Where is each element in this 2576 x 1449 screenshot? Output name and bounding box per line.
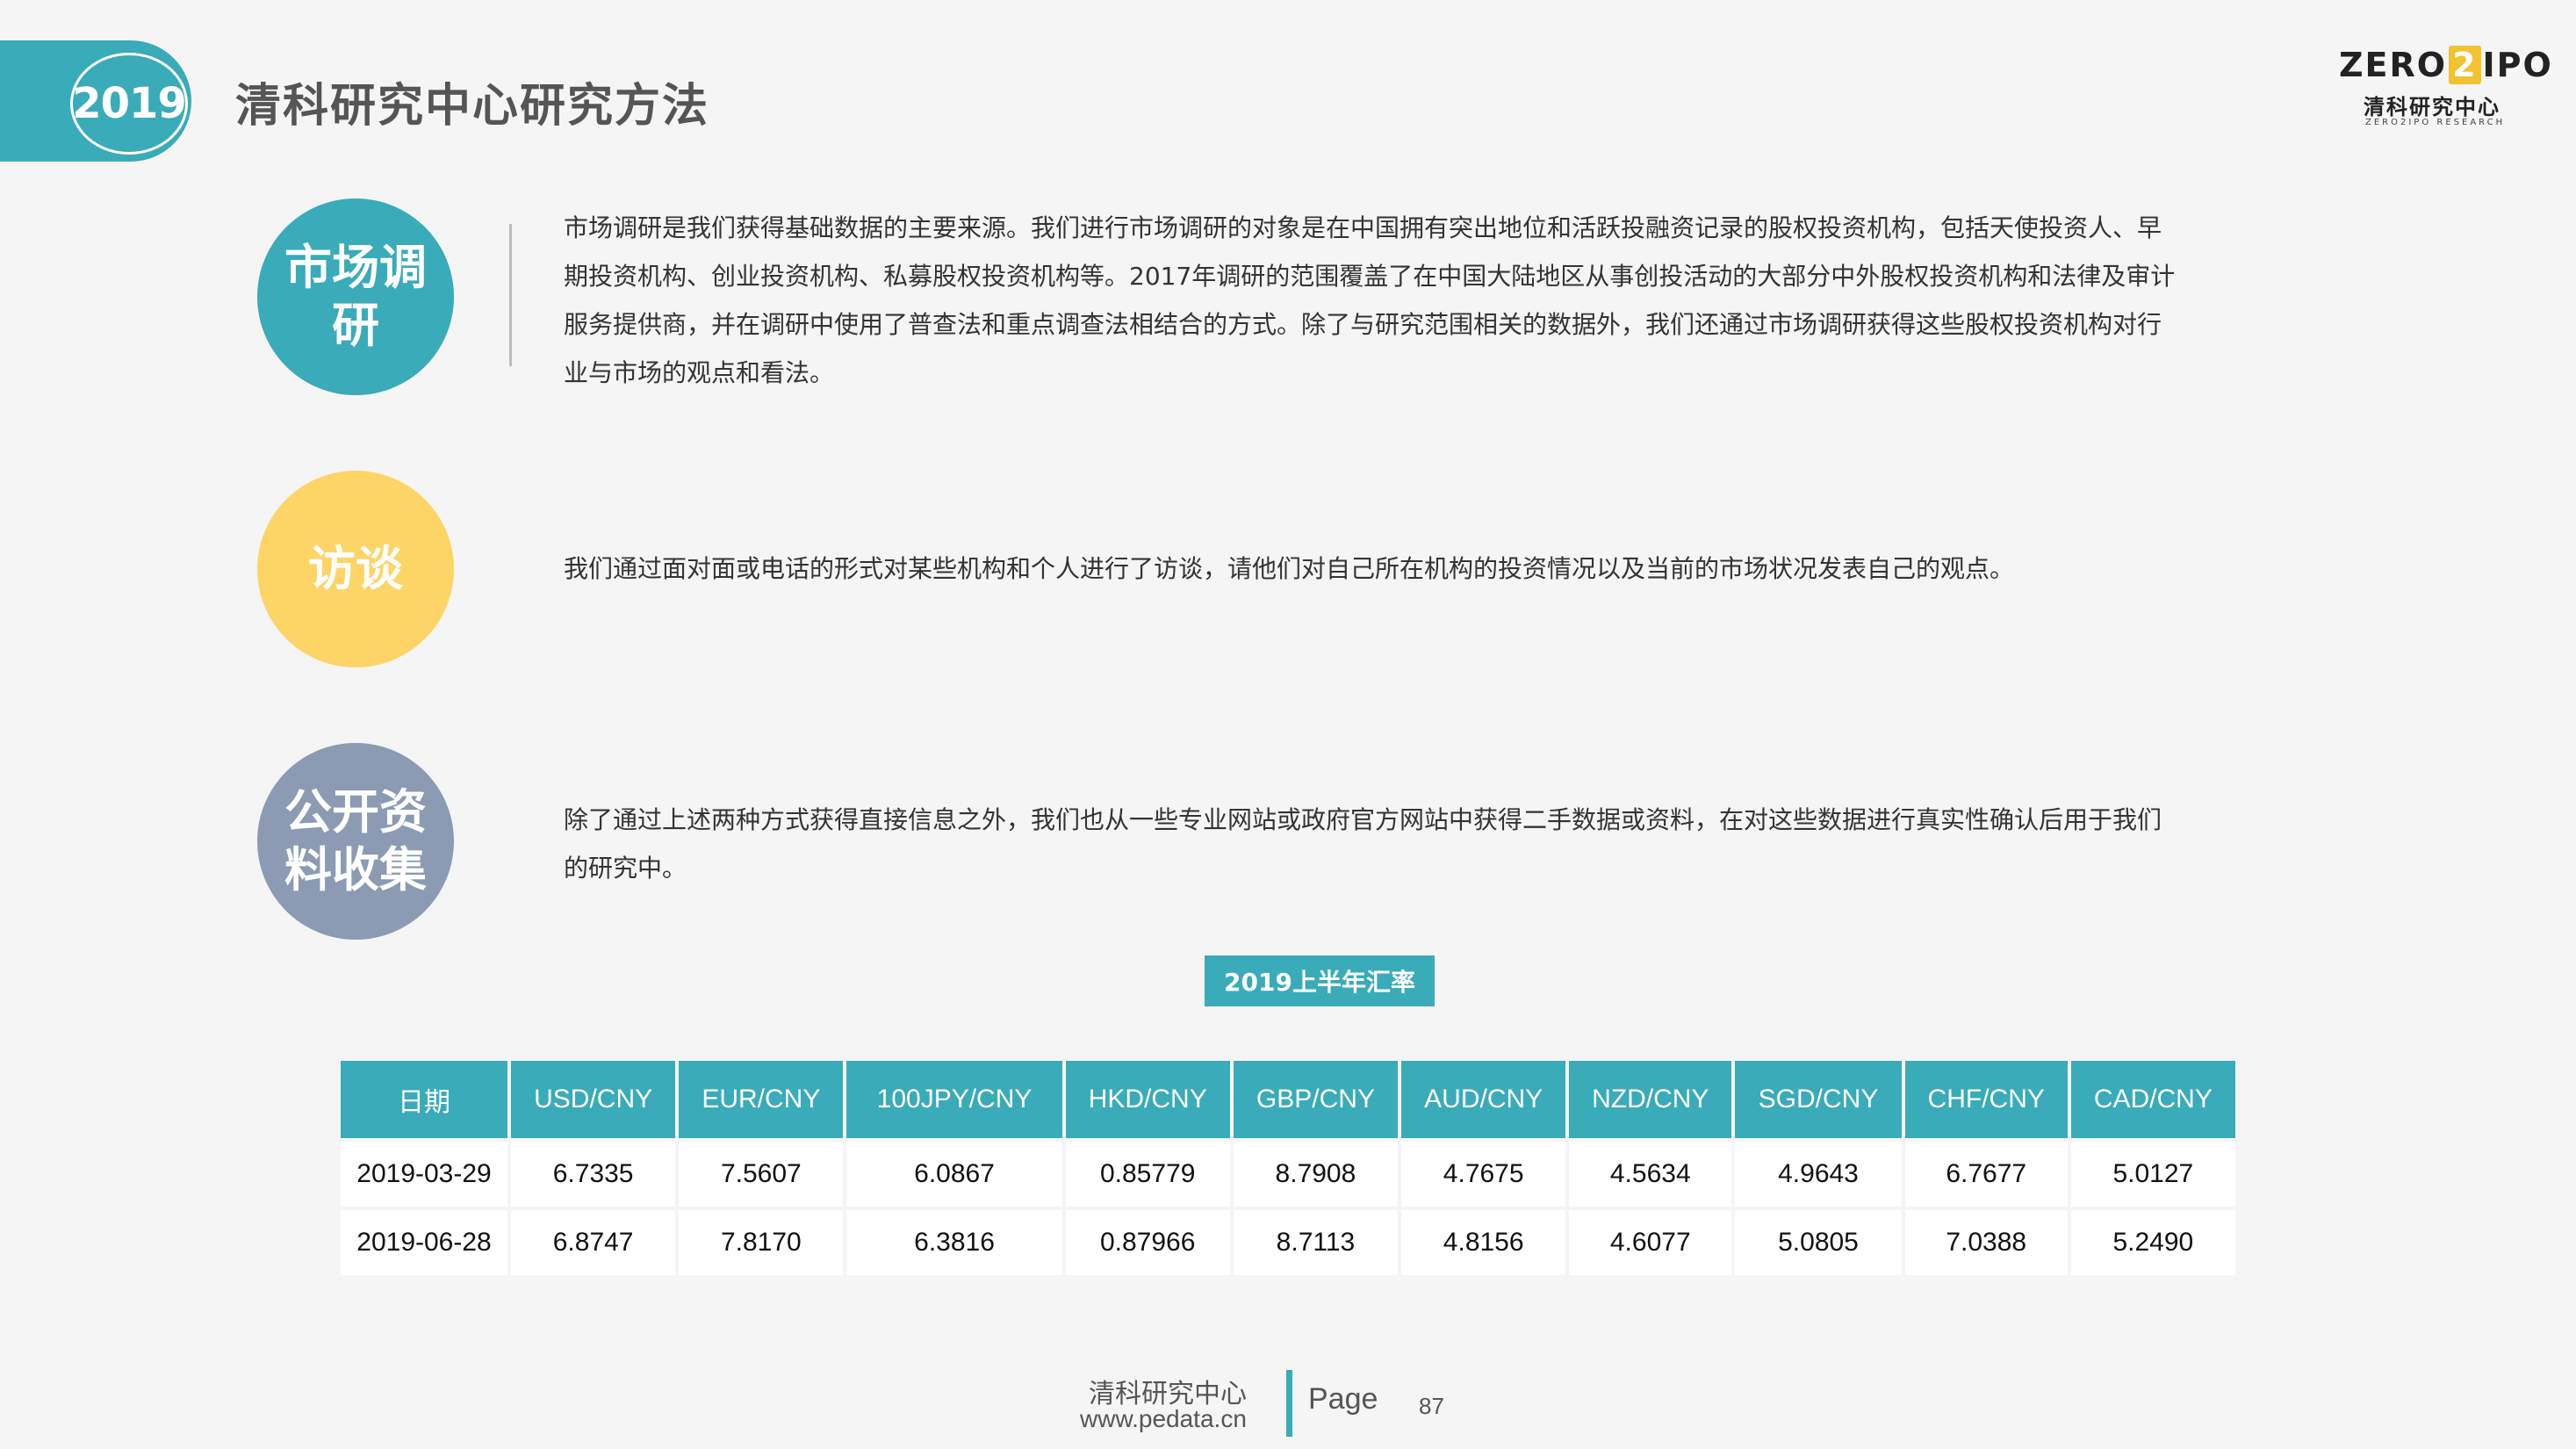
table-header-cell: USD/CNY [511,1061,676,1138]
table-header-cell: 日期 [341,1061,507,1138]
table-header-cell: HKD/CNY [1065,1061,1230,1138]
logo-digit: 2 [2449,46,2481,84]
method-bubble-interview: 访谈 [257,471,454,667]
table-cell: 6.8747 [511,1210,676,1275]
table-cell: 6.7677 [1904,1142,2068,1207]
method-description: 除了通过上述两种方式获得直接信息之外，我们也从一些专业网站或政府官方网站中获得二… [564,805,2162,883]
table-title: 2019上半年汇率 [1205,955,1435,1006]
logo-en-text: ZERO2IPO RESEARCH [2365,118,2506,127]
method-label: 市场调研 [284,240,427,353]
footer-page-number: 87 [1419,1393,1444,1419]
table-cell: 4.5634 [1569,1142,1732,1207]
table-header-row: 日期 USD/CNY EUR/CNY 100JPY/CNY HKD/CNY GB… [341,1061,2235,1138]
table-cell: 7.5607 [679,1142,844,1207]
table-cell: 5.2490 [2070,1210,2235,1275]
logo-text-left: ZERO [2339,46,2448,84]
table-cell: 5.0127 [2070,1142,2235,1207]
table-cell: 8.7113 [1233,1210,1399,1275]
table-cell: 7.0388 [1904,1210,2068,1275]
table-header-cell: CHF/CNY [1904,1061,2068,1138]
table-cell: 0.87966 [1065,1210,1230,1275]
page-title: 清科研究中心研究方法 [235,80,710,133]
table-row: 2019-03-29 6.7335 7.5607 6.0867 0.85779 … [341,1142,2235,1207]
table-cell: 8.7908 [1233,1142,1399,1207]
table-cell-date: 2019-03-29 [341,1142,507,1207]
table-cell: 4.8156 [1401,1210,1566,1275]
table-header-cell: CAD/CNY [2070,1061,2235,1138]
table-cell: 6.3816 [846,1210,1062,1275]
method-label: 公开资料收集 [284,784,427,898]
table-cell: 5.0805 [1735,1210,1902,1275]
method-bubble-public-data: 公开资料收集 [257,743,454,940]
table-header-cell: NZD/CNY [1569,1061,1732,1138]
divider-line [509,224,512,366]
table-cell: 4.6077 [1569,1210,1732,1275]
table-header-cell: AUD/CNY [1401,1061,1566,1138]
logo-cn-text: 清科研究中心 [2364,95,2500,119]
method-description: 市场调研是我们获得基础数据的主要来源。我们进行市场调研的对象是在中国拥有突出地位… [564,213,2176,387]
table-header-cell: 100JPY/CNY [846,1061,1062,1138]
method-label: 访谈 [308,541,403,596]
footer-page-label: Page [1308,1382,1378,1416]
table-cell: 6.7335 [511,1142,676,1207]
footer-divider [1286,1370,1292,1437]
table-header-cell: SGD/CNY [1735,1061,1902,1138]
year-badge: 2019 [70,53,188,155]
footer-url: www.pedata.cn [1080,1405,1247,1432]
logo-wordmark: ZERO 2 IPO [2339,46,2553,84]
table-header-cell: EUR/CNY [679,1061,844,1138]
method-description: 我们通过面对面或电话的形式对某些机构和个人进行了访谈，请他们对自己所在机构的投资… [564,554,2015,583]
table-row: 2019-06-28 6.8747 7.8170 6.3816 0.87966 … [341,1210,2235,1275]
table-cell: 4.7675 [1401,1142,1566,1207]
table-cell: 0.85779 [1065,1142,1230,1207]
zero2ipo-logo: ZERO 2 IPO 清科研究中心 ZERO2IPO RESEARCH [2327,46,2551,133]
table-cell: 7.8170 [679,1210,844,1275]
logo-text-right: IPO [2482,46,2553,84]
method-bubble-market-research: 市场调研 [257,198,454,395]
table-cell: 4.9643 [1735,1142,1902,1207]
exchange-rate-table: 日期 USD/CNY EUR/CNY 100JPY/CNY HKD/CNY GB… [337,1057,2239,1279]
table-header-cell: GBP/CNY [1233,1061,1399,1138]
table-cell: 6.0867 [846,1142,1062,1207]
table-cell-date: 2019-06-28 [341,1210,507,1275]
